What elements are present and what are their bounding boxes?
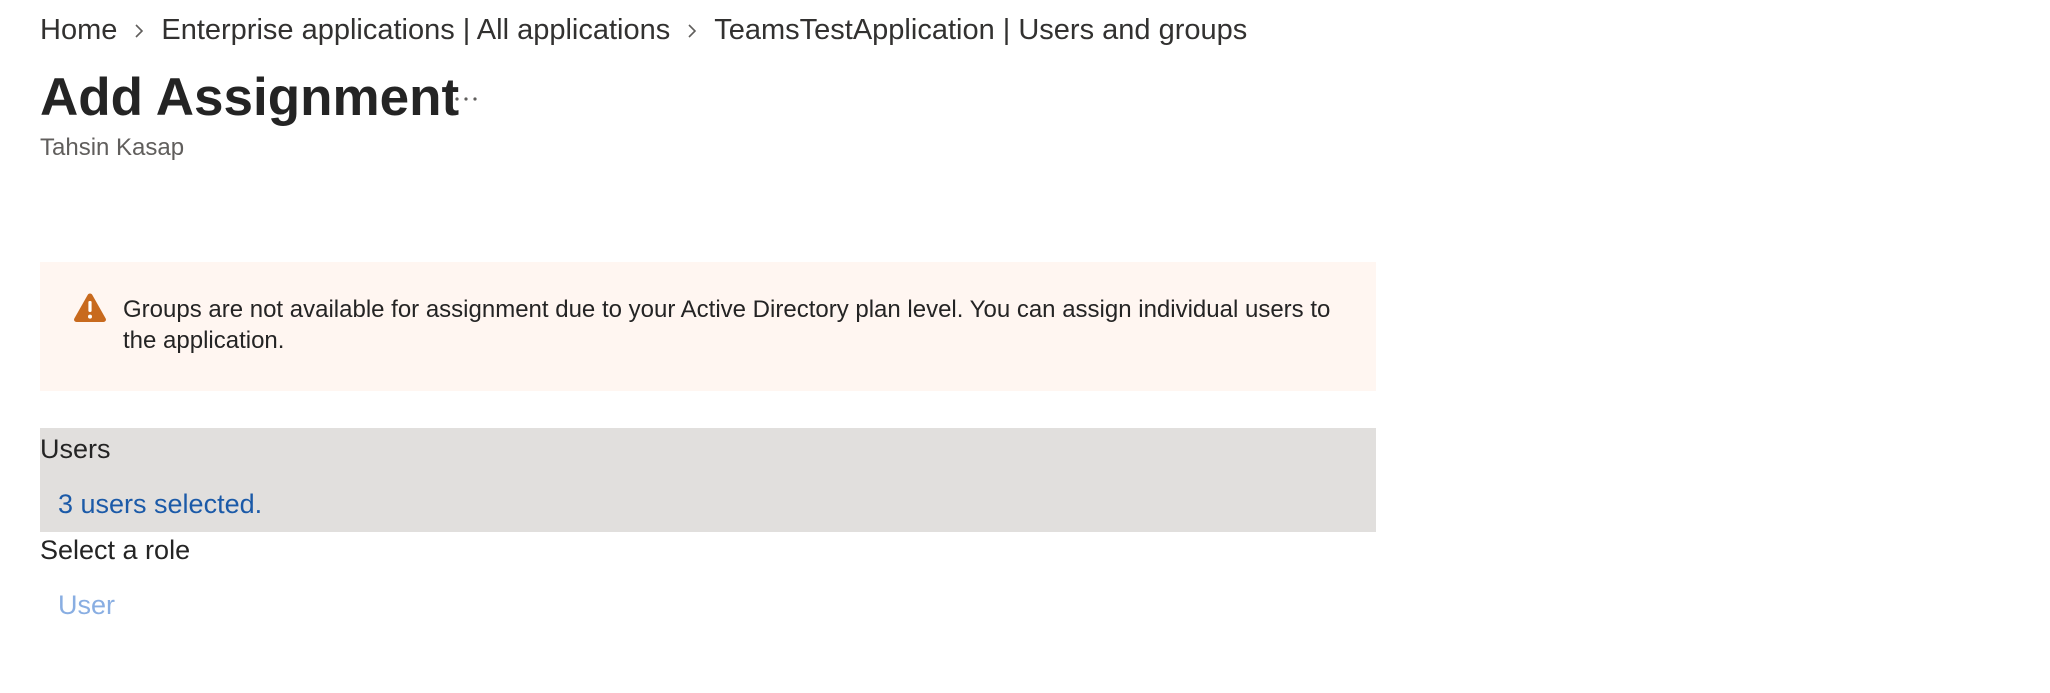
breadcrumb-home[interactable]: Home [40, 14, 117, 47]
breadcrumb: Home Enterprise applications | All appli… [40, 14, 1247, 47]
select-role-label: Select a role [40, 535, 191, 565]
page-subtitle: Tahsin Kasap [40, 134, 185, 161]
warning-banner: Groups are not available for assignment … [40, 262, 1376, 391]
breadcrumb-enterprise-applications[interactable]: Enterprise applications | All applicatio… [161, 14, 670, 47]
users-selector[interactable]: Users 3 users selected. [40, 428, 1376, 532]
page: Home Enterprise applications | All appli… [0, 0, 2050, 693]
chevron-right-icon [670, 16, 714, 46]
warning-message: Groups are not available for assignment … [123, 296, 1331, 354]
warning-triangle-icon [73, 292, 107, 323]
users-label: Users [40, 434, 111, 464]
role-selector-link[interactable]: User [58, 590, 115, 621]
users-selected-link[interactable]: 3 users selected. [58, 489, 262, 520]
page-title: Add Assignment [40, 68, 460, 127]
more-options-button[interactable] [446, 80, 486, 116]
ellipsis-icon [454, 89, 478, 107]
chevron-right-icon [117, 16, 161, 46]
breadcrumb-users-and-groups[interactable]: TeamsTestApplication | Users and groups [714, 14, 1247, 47]
